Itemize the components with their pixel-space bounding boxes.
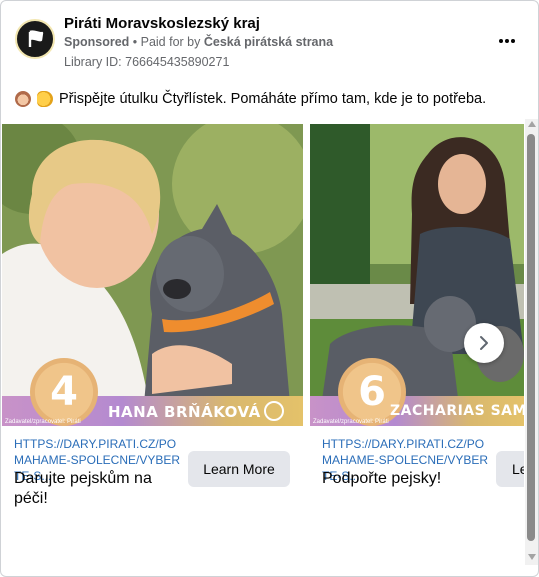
primary-text: Přispějte útulku Čtyřlístek. Pomáháte př… [15, 91, 486, 107]
library-id: Library ID: 766645435890271 [64, 55, 230, 69]
dog-face-icon [15, 91, 31, 107]
card-headline[interactable]: Podpořte pejsky! [322, 469, 482, 489]
more-horizontal-icon [499, 39, 503, 43]
pirate-logo-icon [264, 401, 284, 421]
card-headline[interactable]: Darujte pejskům na péči! [14, 469, 174, 509]
scroll-up-arrow-icon[interactable] [528, 121, 536, 127]
carousel-next-button[interactable] [464, 323, 504, 363]
paid-for-prefix: • Paid for by [129, 35, 204, 49]
banner-disclaimer: Zadavatel/zpracovatel: Piráti [5, 419, 81, 425]
chevron-right-icon [480, 336, 488, 350]
payer-name[interactable]: Česká pirátská strana [204, 35, 333, 49]
pirate-flag-icon [23, 27, 47, 51]
carousel-card[interactable]: 4 HANA BRŇÁKOVÁ Zadavatel/zpracovatel: P… [2, 124, 303, 524]
ad-carousel: 4 HANA BRŇÁKOVÁ Zadavatel/zpracovatel: P… [1, 124, 524, 534]
candidate-number: 4 [50, 369, 78, 415]
candidate-name: HANA BRŇÁKOVÁ [108, 403, 261, 421]
sponsored-label: Sponsored [64, 35, 130, 49]
more-options-button[interactable] [495, 31, 519, 51]
candidate-number: 6 [358, 369, 386, 415]
page-name[interactable]: Piráti Moravskoslezský kraj [64, 15, 260, 32]
candidate-name: ZACHARIAS SAMUEL FISC [390, 403, 524, 419]
learn-more-button[interactable]: Learn More [188, 451, 290, 487]
scrollbar-thumb[interactable] [527, 134, 535, 541]
sponsorship-line: Sponsored • Paid for by Česká pirátská s… [64, 35, 333, 49]
pointing-hand-icon [37, 91, 53, 107]
primary-text-content: Přispějte útulku Čtyřlístek. Pomáháte př… [59, 91, 487, 107]
banner-disclaimer: Zadavatel/zpracovatel: Piráti [313, 419, 389, 425]
learn-more-button[interactable]: Le [496, 451, 524, 487]
candidate-number-badge: 4 [30, 358, 98, 426]
scroll-down-arrow-icon[interactable] [528, 554, 536, 560]
ad-post-card: Piráti Moravskoslezský kraj Sponsored • … [0, 0, 539, 577]
page-avatar[interactable] [15, 19, 55, 59]
